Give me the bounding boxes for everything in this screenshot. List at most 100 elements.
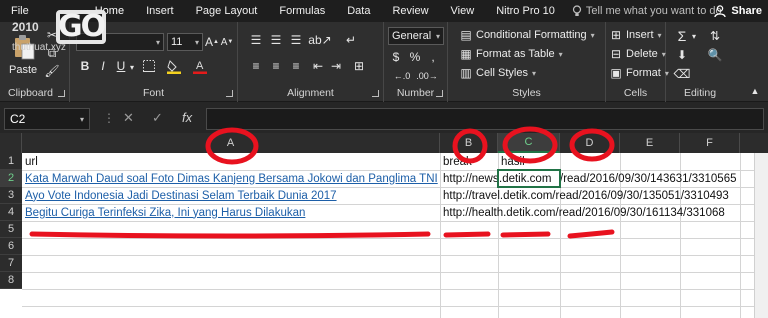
tab-page-layout[interactable]: Page Layout: [185, 5, 269, 17]
select-all-corner[interactable]: [0, 133, 22, 153]
number-launcher-icon[interactable]: [436, 90, 443, 97]
tab-insert[interactable]: Insert: [135, 5, 185, 17]
row-header-5[interactable]: 5: [0, 221, 22, 238]
font-color-icon[interactable]: A: [192, 58, 208, 74]
cell-b4[interactable]: http://health.detik.com/read/2016/09/30/…: [440, 204, 725, 221]
format-as-table-button[interactable]: ▦ Format as Table ▾: [460, 47, 562, 61]
vertical-scrollbar[interactable]: [754, 153, 768, 318]
format-painter-icon[interactable]: 🖌: [44, 64, 60, 78]
clipboard-launcher-icon[interactable]: [58, 90, 65, 97]
tab-view[interactable]: View: [440, 5, 486, 17]
conditional-formatting-button[interactable]: ▤ Conditional Formatting ▾: [460, 28, 594, 42]
align-top-icon[interactable]: ☰: [248, 32, 264, 48]
autosum-icon[interactable]: Σ: [674, 28, 690, 44]
collapse-ribbon-icon[interactable]: ▲: [748, 84, 762, 98]
cell-a2[interactable]: Kata Marwah Daud soal Foto Dimas Kanjeng…: [22, 170, 438, 187]
row-header-3[interactable]: 3: [0, 187, 22, 204]
increase-indent-icon[interactable]: ⇥: [328, 58, 344, 74]
align-left-icon[interactable]: ≡: [248, 58, 264, 74]
align-center-icon[interactable]: ≡: [268, 58, 284, 74]
column-header-a[interactable]: A: [22, 133, 440, 153]
name-box[interactable]: C2 ▾: [4, 108, 90, 130]
enter-icon[interactable]: ✓: [152, 110, 163, 126]
chevron-down-icon[interactable]: ▾: [690, 30, 698, 42]
chevron-down-icon[interactable]: ▾: [128, 60, 136, 74]
paste-label[interactable]: Paste: [9, 64, 37, 76]
column-header-e[interactable]: E: [620, 133, 680, 153]
format-cells-button[interactable]: ▣ Format ▾: [610, 66, 669, 80]
alignment-group-label: Alignment: [287, 87, 334, 99]
decrease-decimal-icon[interactable]: .00→: [416, 69, 438, 83]
font-launcher-icon[interactable]: [226, 90, 233, 97]
row-header-7[interactable]: 7: [0, 255, 22, 272]
decrease-font-icon[interactable]: A ▼: [221, 34, 234, 50]
percent-icon[interactable]: %: [408, 49, 422, 65]
column-header-d[interactable]: D: [560, 133, 620, 153]
row-header-8[interactable]: 8: [0, 272, 22, 289]
column-header-f[interactable]: F: [680, 133, 740, 153]
row-header-6[interactable]: 6: [0, 238, 22, 255]
orientation-icon[interactable]: ab↗: [308, 32, 331, 48]
share-button[interactable]: Share: [714, 0, 762, 22]
sort-filter-icon[interactable]: ⇅: [706, 28, 724, 44]
person-icon: [714, 5, 727, 17]
cell-a4[interactable]: Begitu Curiga Terinfeksi Zika, Ini yang …: [22, 204, 305, 221]
ribbon-tab-bar: File Home Insert Page Layout Formulas Da…: [0, 0, 768, 22]
column-header-b[interactable]: B: [440, 133, 498, 153]
row-header-2[interactable]: 2: [0, 170, 22, 187]
format-cells-icon: ▣: [610, 66, 622, 80]
cell-a1[interactable]: url: [22, 153, 440, 170]
cell-styles-label: Cell Styles: [476, 67, 528, 79]
insert-cells-button[interactable]: ⊞ Insert ▾: [610, 28, 662, 42]
currency-icon[interactable]: $: [388, 49, 404, 65]
styles-group-label: Styles: [512, 87, 541, 99]
merge-center-icon[interactable]: ⊞: [350, 58, 368, 74]
cell-styles-button[interactable]: ▥ Cell Styles ▾: [460, 66, 536, 80]
insert-function-icon[interactable]: fx: [182, 110, 192, 125]
tab-data[interactable]: Data: [336, 5, 381, 17]
delete-cells-button[interactable]: ⊟ Delete ▾: [610, 47, 666, 61]
decrease-indent-icon[interactable]: ⇤: [310, 58, 326, 74]
alignment-launcher-icon[interactable]: [372, 90, 379, 97]
italic-icon[interactable]: I: [96, 58, 110, 74]
cell-c1[interactable]: hasil: [498, 153, 560, 170]
formula-input[interactable]: [206, 108, 764, 130]
underline-icon[interactable]: U: [114, 58, 128, 74]
tell-me-search[interactable]: Tell me what you want to do: [572, 5, 722, 17]
comma-icon[interactable]: ,: [426, 49, 440, 65]
borders-icon[interactable]: [142, 59, 156, 73]
number-format-combo[interactable]: General ▾: [388, 27, 444, 45]
alignment-group: ☰ ☰ ☰ ab↗ ↵ ≡ ≡ ≡ ⇤ ⇥ ⊞ Alignment: [238, 22, 384, 102]
cell-a3[interactable]: Ayo Vote Indonesia Jadi Destinasi Selam …: [22, 187, 337, 204]
cell-b1[interactable]: break: [440, 153, 498, 170]
chevron-down-icon: ▾: [435, 31, 440, 41]
clear-icon[interactable]: ⌫: [674, 66, 691, 82]
cell-b3[interactable]: http://travel.detik.com/read/2016/09/30/…: [440, 187, 729, 204]
cell-b2[interactable]: http://news: [440, 170, 498, 187]
chevron-down-icon: ▾: [657, 30, 662, 40]
align-bottom-icon[interactable]: ☰: [288, 32, 304, 48]
find-select-icon[interactable]: 🔍: [706, 47, 724, 63]
align-right-icon[interactable]: ≡: [288, 58, 304, 74]
tab-formulas[interactable]: Formulas: [268, 5, 336, 17]
cell-d2[interactable]: /read/2016/09/30/143631/3310565: [560, 170, 737, 187]
row-header-4[interactable]: 4: [0, 204, 22, 221]
align-middle-icon[interactable]: ☰: [268, 32, 284, 48]
font-size-combo[interactable]: 11 ▾: [167, 33, 203, 51]
tab-nitro-pro[interactable]: Nitro Pro 10: [485, 5, 566, 17]
cancel-icon[interactable]: ✕: [123, 110, 134, 126]
wrap-text-icon[interactable]: ↵: [342, 32, 360, 48]
watermark-sub-text: thuthuat.xyz: [12, 42, 66, 53]
chevron-down-icon: ▾: [531, 68, 536, 78]
chevron-down-icon: ▾: [155, 37, 160, 47]
watermark-big-text: GO: [58, 9, 106, 44]
column-header-c[interactable]: C: [498, 133, 560, 153]
increase-font-icon[interactable]: A ▲: [205, 34, 219, 50]
tab-review[interactable]: Review: [381, 5, 439, 17]
fill-icon[interactable]: ⬇: [674, 47, 690, 63]
bold-icon[interactable]: B: [78, 58, 92, 74]
fill-color-icon[interactable]: [166, 58, 182, 74]
increase-decimal-icon[interactable]: ←.0: [392, 69, 412, 83]
cells-group-label: Cells: [623, 87, 648, 99]
row-header-1[interactable]: 1: [0, 153, 22, 170]
